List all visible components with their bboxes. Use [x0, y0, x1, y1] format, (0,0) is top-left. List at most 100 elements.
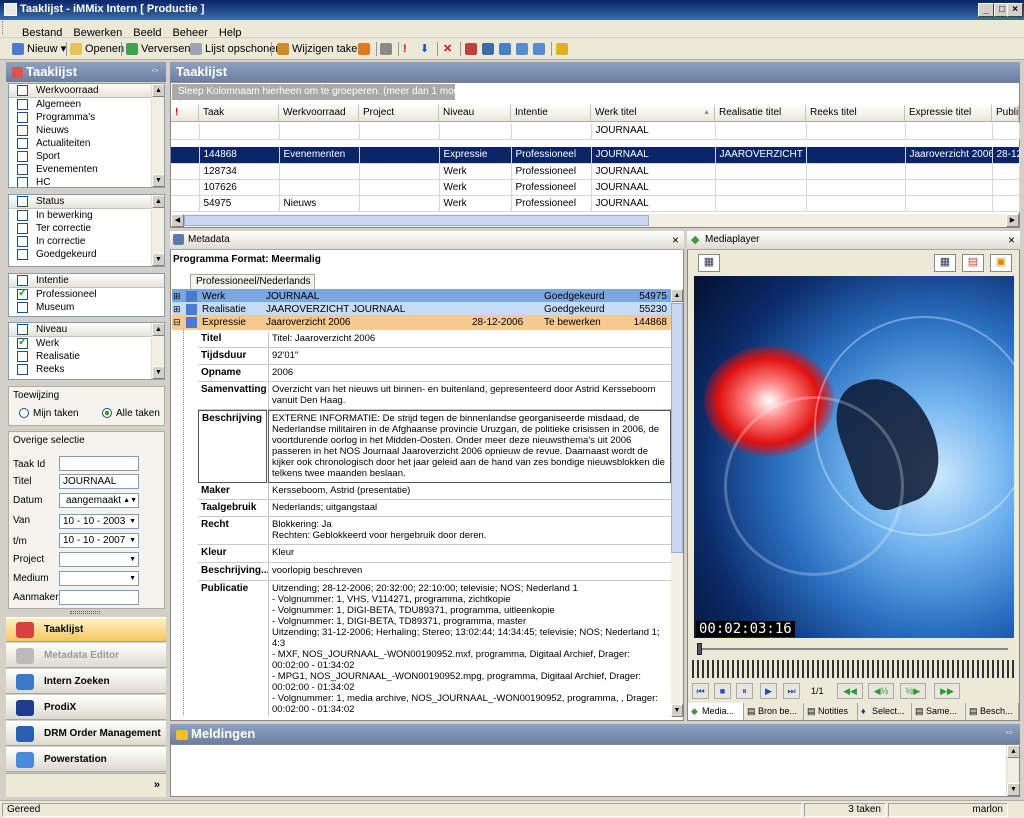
- edit-tasks-button[interactable]: Wijzigen taken: [277, 41, 364, 57]
- nav-drm-order[interactable]: DRM Order Management: [6, 721, 166, 746]
- chevron-down-icon[interactable]: ▼: [129, 553, 136, 566]
- intentie-list[interactable]: Intentie Professioneel Museum: [8, 273, 165, 317]
- col-werk-titel[interactable]: Werk titel ▲: [591, 105, 715, 122]
- tool-button-4[interactable]: [516, 41, 530, 57]
- spin-icon[interactable]: ▲▼: [123, 494, 137, 507]
- tab-professioneel-nederlands[interactable]: Professioneel/Nederlands: [190, 274, 315, 289]
- chevron-down-icon[interactable]: ▼: [129, 572, 136, 585]
- new-button[interactable]: Nieuw ▾: [12, 41, 66, 57]
- filter-cell[interactable]: [715, 123, 807, 140]
- menu-bewerken[interactable]: Bewerken: [67, 25, 127, 39]
- collapse-icon[interactable]: ⇔: [150, 65, 160, 76]
- menu-beeld[interactable]: Beeld: [127, 25, 166, 39]
- checkbox[interactable]: [17, 350, 28, 362]
- checkbox[interactable]: [17, 363, 28, 375]
- close-button[interactable]: ×: [1007, 3, 1023, 17]
- field-value[interactable]: voorlopig beschreven: [268, 563, 671, 581]
- list-item[interactable]: Sport: [9, 150, 164, 163]
- meldingen-content[interactable]: ▲ ▼: [170, 744, 1020, 797]
- col-project[interactable]: Project: [359, 105, 439, 122]
- tab-same[interactable]: ▤ Same...: [912, 703, 966, 720]
- checkbox[interactable]: [17, 301, 28, 313]
- filter-cell[interactable]: [359, 123, 440, 140]
- collapse-icon[interactable]: ⇔: [1004, 727, 1014, 738]
- filter-cell[interactable]: [806, 123, 906, 140]
- open-button[interactable]: Openen: [70, 41, 124, 57]
- view-option-2-button[interactable]: ▤: [962, 254, 984, 272]
- filter-cell[interactable]: [199, 123, 280, 140]
- list-item[interactable]: In correctie: [9, 235, 164, 248]
- checkbox[interactable]: [17, 248, 28, 260]
- tool-button-3[interactable]: [499, 41, 513, 57]
- medium-select[interactable]: ▼: [59, 571, 139, 586]
- nav-powerstation[interactable]: Powerstation: [6, 747, 166, 772]
- radio-mijn-taken[interactable]: Mijn taken: [19, 408, 79, 419]
- field-value[interactable]: Blokkering: Ja Rechten: Geblokkeerd voor…: [268, 517, 671, 545]
- niveau-list[interactable]: Niveau Werk Realisatie Reeks ▲▼: [8, 322, 165, 380]
- view-option-1-button[interactable]: ▦: [934, 254, 956, 272]
- col-intentie[interactable]: Intentie: [511, 105, 591, 122]
- list-item[interactable]: HC: [9, 176, 164, 187]
- scroll-down-icon[interactable]: ▼: [1007, 783, 1020, 796]
- list-item[interactable]: Realisatie: [9, 350, 164, 363]
- close-icon[interactable]: ×: [1008, 233, 1015, 247]
- list-item[interactable]: In bewerking: [9, 209, 164, 222]
- checkbox[interactable]: [17, 274, 28, 286]
- pause-button[interactable]: ⏸: [736, 683, 753, 699]
- aanmaker-input[interactable]: [59, 590, 139, 605]
- list-item[interactable]: Algemeen: [9, 98, 164, 111]
- field-value[interactable]: Uitzending; 28-12-2006; 20:32:00; 22:10:…: [268, 581, 671, 716]
- col-niveau[interactable]: Niveau: [439, 105, 511, 122]
- close-icon[interactable]: ×: [672, 233, 679, 247]
- list-item[interactable]: Ter correctie: [9, 222, 164, 235]
- priority-button[interactable]: [358, 41, 372, 57]
- splitter-grip[interactable]: [70, 611, 100, 614]
- tab-select[interactable]: ♦ Select...: [858, 703, 912, 720]
- important-button[interactable]: !: [403, 41, 407, 57]
- scroll-up-icon[interactable]: ▲: [1007, 745, 1020, 758]
- field-value[interactable]: Titel: Jaaroverzicht 2006: [268, 331, 671, 348]
- nav-taaklijst[interactable]: Taaklijst: [6, 617, 166, 642]
- list-item[interactable]: Evenementen: [9, 163, 164, 176]
- checkbox[interactable]: [17, 124, 28, 136]
- list-item[interactable]: Programma's: [9, 111, 164, 124]
- tab-besch[interactable]: ▤ Besch...: [966, 703, 1019, 720]
- list-item[interactable]: Werk: [9, 336, 164, 350]
- scroll-up-icon[interactable]: ▲: [152, 323, 164, 336]
- skip-end-button[interactable]: ⏭: [783, 683, 800, 699]
- tree-row-expressie[interactable]: ⊟ Expressie Jaaroverzicht 2006 28-12-200…: [172, 315, 671, 330]
- intentie-header[interactable]: Intentie: [9, 274, 164, 288]
- werkvoorraad-header[interactable]: Werkvoorraad: [9, 84, 164, 98]
- play-button[interactable]: ▶: [760, 683, 777, 699]
- scroll-up-icon[interactable]: ▲: [671, 289, 683, 302]
- list-item[interactable]: Professioneel: [9, 287, 164, 301]
- more-icon[interactable]: »: [154, 779, 160, 791]
- col-priority[interactable]: !: [171, 105, 199, 122]
- scroll-down-icon[interactable]: ▼: [152, 366, 164, 379]
- radio-alle-taken[interactable]: Alle taken: [102, 408, 160, 419]
- chevron-down-icon[interactable]: ▼: [129, 534, 136, 547]
- scroll-down-icon[interactable]: ▼: [152, 174, 164, 187]
- checkbox[interactable]: [17, 222, 28, 234]
- group-by-area[interactable]: Sleep Kolomnaam hierheen om te groeperen…: [172, 84, 480, 100]
- print-button[interactable]: [380, 41, 394, 57]
- filter-cell[interactable]: [905, 123, 993, 140]
- skip-start-button[interactable]: ⏮: [692, 683, 709, 699]
- col-expressie-titel[interactable]: Expressie titel: [905, 105, 992, 122]
- werkvoorraad-list[interactable]: Werkvoorraad Algemeen Programma's Nieuws…: [8, 83, 165, 188]
- scroll-up-icon[interactable]: ▲: [152, 195, 164, 208]
- field-value[interactable]: Nederlands; uitgangstaal: [268, 500, 671, 517]
- filter-cell[interactable]: [279, 123, 360, 140]
- list-item[interactable]: Actualiteiten: [9, 137, 164, 150]
- clean-list-button[interactable]: Lijst opschonen: [190, 41, 281, 57]
- collapse-icon[interactable]: ⊟: [173, 315, 181, 330]
- field-value[interactable]: EXTERNE INFORMATIE: De strijd tegen de b…: [268, 410, 671, 483]
- nav-overflow[interactable]: »: [6, 773, 166, 797]
- menu-help[interactable]: Help: [213, 25, 247, 39]
- filter-cell[interactable]: JOURNAAL: [591, 123, 716, 140]
- checkbox[interactable]: [17, 137, 28, 149]
- filter-cell[interactable]: [992, 123, 1020, 140]
- checkbox[interactable]: [17, 163, 28, 175]
- col-realisatie-titel[interactable]: Realisatie titel: [715, 105, 806, 122]
- datum-select[interactable]: aangemaakt ▲▼: [59, 493, 139, 508]
